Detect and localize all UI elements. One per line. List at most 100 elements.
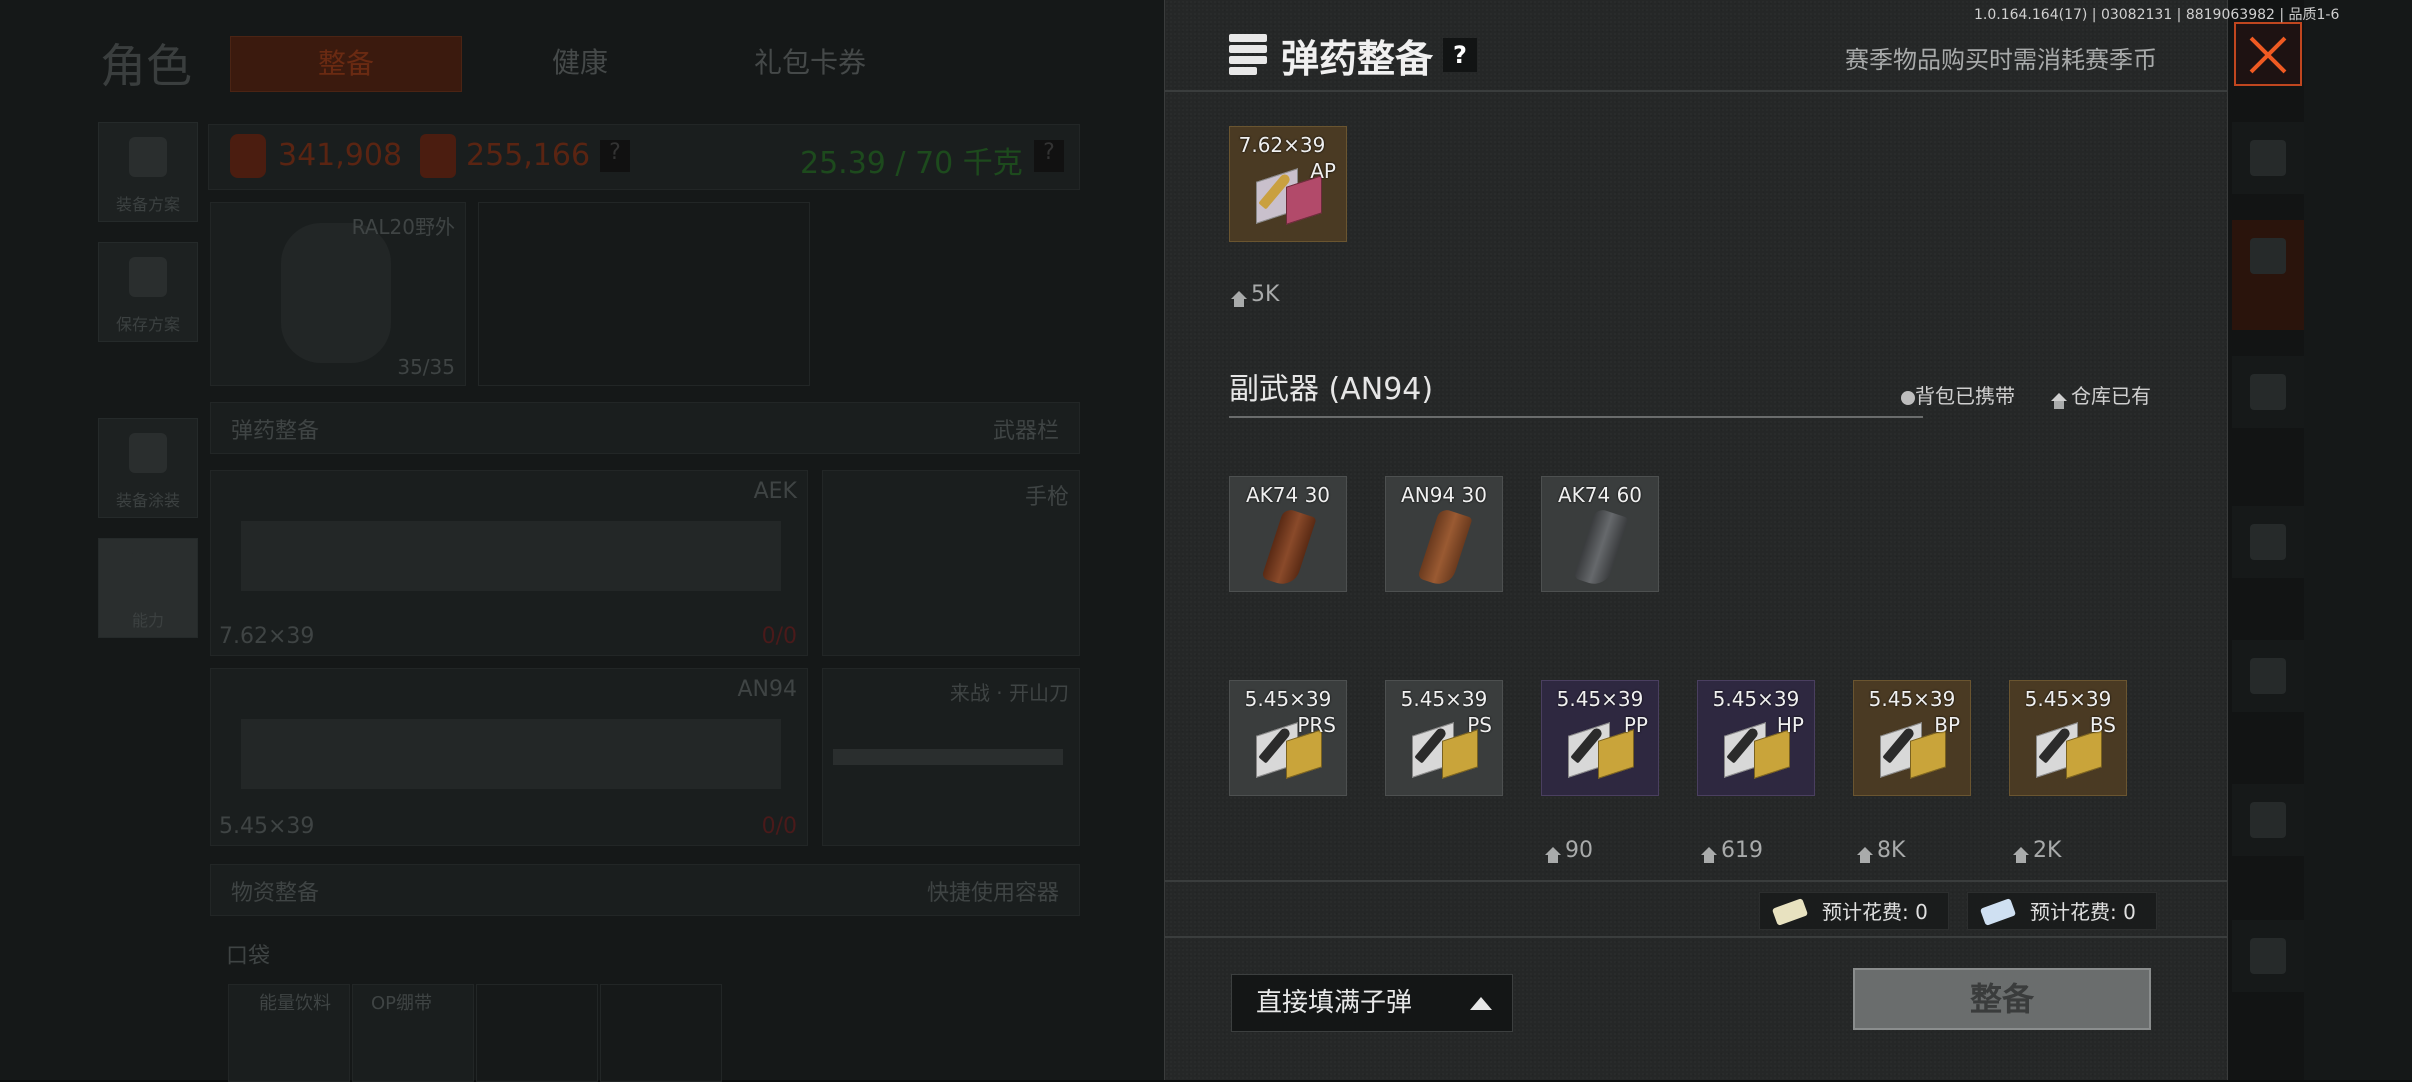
layers-icon[interactable] xyxy=(2232,122,2304,194)
ammo-tab-icon[interactable] xyxy=(2232,220,2304,330)
pocket-slot-empty[interactable] xyxy=(476,984,598,1082)
currency-2: 255,166 xyxy=(466,138,591,173)
ammo-caliber: 5.45×39 xyxy=(2024,687,2112,711)
weapon-slot-aek[interactable]: AEK 7.62×39 0/0 xyxy=(210,470,808,656)
warehouse-icon xyxy=(1545,847,1561,863)
version-info: 1.0.164.164(17) | 03082131 | 8819063982 … xyxy=(1974,7,2340,23)
warehouse-icon xyxy=(1857,847,1873,863)
ammo-card[interactable]: 5.45×39 PS xyxy=(1385,680,1503,796)
tab-gift-coupons[interactable]: 礼包卡券 xyxy=(700,36,920,90)
ammo-caliber: 5.45×39 xyxy=(1712,687,1800,711)
ammo-loadout-modal: 弹药整备 ? 赛季物品购买时需消耗赛季币 7.62×39 AP 5K 副武器 (… xyxy=(1164,0,2228,1080)
cost-estimate-tickets: 预计花费: 0 xyxy=(1759,892,1949,930)
ammo-type: BS xyxy=(2089,713,2116,737)
ammo-caliber: 5.45×39 xyxy=(1244,687,1332,711)
magazine-card[interactable]: AK74 30 xyxy=(1229,476,1347,592)
ammo-card-primary[interactable]: 7.62×39 AP xyxy=(1229,126,1347,242)
fill-ammo-dropdown[interactable]: 直接填满子弹 xyxy=(1231,974,1513,1032)
modal-title: 弹药整备 xyxy=(1281,37,1434,81)
helmet-slot[interactable]: RAL20野外 35/35 xyxy=(210,202,466,386)
weapon-slot-label: 武器栏 xyxy=(992,419,1059,444)
pocket-item[interactable]: 能量饮料 xyxy=(228,984,350,1082)
warehouse-icon xyxy=(1701,847,1717,863)
magazine-icon xyxy=(1573,507,1629,589)
pocket-item-label: 能量饮料 xyxy=(259,993,331,1014)
supply-section-label[interactable]: 物资整备 xyxy=(231,875,319,907)
helmet-tab-icon[interactable] xyxy=(2232,356,2304,428)
magazine-card[interactable]: AK74 60 xyxy=(1541,476,1659,592)
melee-label: 来战 · 开山刀 xyxy=(949,681,1069,705)
help-icon[interactable]: ? xyxy=(1034,140,1064,172)
melee-slot[interactable]: 来战 · 开山刀 xyxy=(822,668,1080,846)
weapon-slot-an94[interactable]: AN94 5.45×39 0/0 xyxy=(210,668,808,846)
help-button[interactable]: ? xyxy=(1443,38,1477,72)
legend-backpack-label: 背包已携带 xyxy=(1915,384,2015,408)
ammo-type: BP xyxy=(1934,713,1960,737)
ammo-stock-value: 2K xyxy=(2033,838,2062,863)
page-title: 角色 xyxy=(100,39,192,93)
weight-readout: 25.39 / 70 千克 xyxy=(800,146,1023,181)
magazine-label: AK74 30 xyxy=(1245,483,1331,507)
legend-warehouse-label: 仓库已有 xyxy=(2071,384,2151,408)
weapon-name: AEK xyxy=(753,479,797,504)
pocket-slot-empty[interactable] xyxy=(600,984,722,1082)
section-divider xyxy=(1229,416,1923,418)
secondary-weapon-title: 副武器 (AN94) xyxy=(1229,372,1434,407)
rifle-icon xyxy=(241,521,781,591)
ammo-stock: 90 xyxy=(1545,838,1593,863)
legend-warehouse: 仓库已有 xyxy=(2051,380,2151,409)
weapon-name: AN94 xyxy=(737,677,797,702)
chevron-up-icon xyxy=(1470,997,1492,1010)
supply-section-bar: 物资整备 快捷使用容器 xyxy=(210,864,1080,916)
weapon-ammo: 0/0 xyxy=(761,814,797,839)
ammo-type: AP xyxy=(1310,159,1336,183)
ammo-caliber: 7.62×39 xyxy=(1238,133,1326,157)
tab-health[interactable]: 健康 xyxy=(470,36,690,90)
coin-icon xyxy=(230,134,266,178)
equip-button[interactable]: 整备 xyxy=(1853,968,2151,1030)
pistol-slot[interactable]: 手枪 xyxy=(822,470,1080,656)
medkit-tab-icon[interactable] xyxy=(2232,920,2304,992)
header-divider xyxy=(1165,90,2227,92)
help-icon[interactable]: ? xyxy=(600,140,630,172)
fill-ammo-label: 直接填满子弹 xyxy=(1256,988,1413,1018)
ammo-stock-value: 8K xyxy=(1877,838,1906,863)
side-button-label: 装备涂装 xyxy=(115,491,180,510)
side-button-loadout[interactable]: 装备方案 xyxy=(98,122,198,222)
backpack-icon xyxy=(1901,391,1915,405)
ammo-card[interactable]: 5.45×39 PRS xyxy=(1229,680,1347,796)
magazine-card[interactable]: AN94 30 xyxy=(1385,476,1503,592)
tab-equip[interactable]: 整备 xyxy=(230,36,462,92)
ammo-stock-value: 90 xyxy=(1565,838,1593,863)
magazine-tab-icon[interactable] xyxy=(2232,640,2304,712)
ammo-type: PP xyxy=(1623,713,1648,737)
cost-value: 预计花费: 0 xyxy=(2030,900,2136,924)
ammo-card[interactable]: 5.45×39 PP xyxy=(1541,680,1659,796)
bullet-tab-icon[interactable] xyxy=(2232,784,2304,856)
side-button-ability[interactable]: 能力 xyxy=(98,538,198,638)
ammo-card[interactable]: 5.45×39 BP xyxy=(1853,680,1971,796)
close-icon[interactable] xyxy=(2234,22,2302,86)
side-button-skin[interactable]: 装备涂装 xyxy=(98,418,198,518)
empty-slot[interactable] xyxy=(478,202,810,386)
rifle-icon xyxy=(241,719,781,789)
ammo-card[interactable]: 5.45×39 BS xyxy=(2009,680,2127,796)
pocket-item-label: OP绷带 xyxy=(371,993,433,1014)
ammo-card[interactable]: 5.45×39 HP xyxy=(1697,680,1815,796)
ammo-section-label[interactable]: 弹药整备 xyxy=(231,413,319,445)
side-button-save[interactable]: 保存方案 xyxy=(98,242,198,342)
helmet-durability: 35/35 xyxy=(397,355,455,379)
helmet-name: RAL20野外 xyxy=(351,215,455,239)
pocket-item[interactable]: OP绷带 xyxy=(352,984,474,1082)
side-button-label: 能力 xyxy=(131,611,164,630)
magazine-label: AK74 60 xyxy=(1557,483,1643,507)
ammo-stock: 619 xyxy=(1701,838,1763,863)
ammo-caliber: 5.45×39 xyxy=(1556,687,1644,711)
ammo-type: PS xyxy=(1467,713,1492,737)
vest-icon xyxy=(129,137,167,177)
magazine-label: AN94 30 xyxy=(1401,483,1487,507)
season-ticket-icon xyxy=(1979,898,2017,926)
backpack-icon xyxy=(420,134,456,178)
rifle-tab-icon[interactable] xyxy=(2232,506,2304,578)
season-note: 赛季物品购买时需消耗赛季币 xyxy=(1845,46,2157,74)
